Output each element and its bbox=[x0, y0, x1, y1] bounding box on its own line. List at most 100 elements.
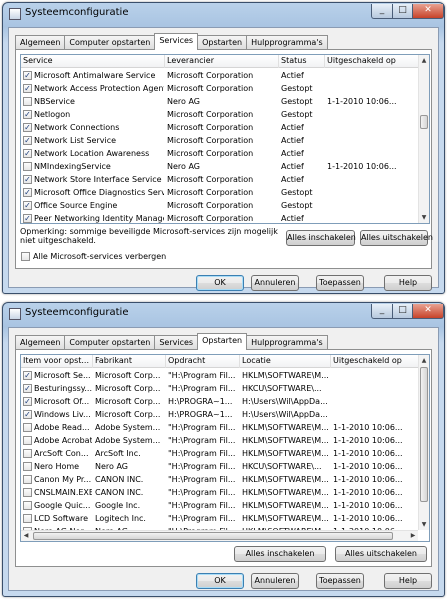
vertical-scrollbar[interactable]: ▲ ▼ bbox=[418, 55, 429, 223]
horizontal-scrollbar[interactable]: ◀ ▶ bbox=[21, 530, 418, 541]
service-row[interactable]: ✓ Network List Service Microsoft Corporati… bbox=[21, 134, 420, 147]
row-checkbox[interactable] bbox=[23, 462, 32, 471]
service-row[interactable]: ✓ Netlogon Microsoft Corporation Gestopt bbox=[21, 108, 420, 121]
scroll-right-icon[interactable]: ▶ bbox=[409, 531, 417, 540]
row-checkbox[interactable]: ✓ bbox=[23, 149, 32, 158]
hide-microsoft-services-option[interactable]: Alle Microsoft-services verbergen bbox=[21, 252, 166, 261]
startup-row[interactable]: ✓ Windows Liv... Microsoft Corp... H:\PROGR… bbox=[21, 408, 420, 421]
scroll-thumb[interactable] bbox=[420, 367, 428, 502]
row-checkbox[interactable] bbox=[23, 162, 32, 171]
row-checkbox[interactable]: ✓ bbox=[23, 201, 32, 210]
cancel-button[interactable]: Annuleren bbox=[251, 573, 299, 589]
maximize-button[interactable]: □ bbox=[392, 304, 413, 319]
startup-row[interactable]: ArcSoft Con... ArcSoft Inc. "H:\Program Fi… bbox=[21, 447, 420, 460]
column-header-location[interactable]: Locatie bbox=[240, 355, 331, 368]
row-checkbox[interactable]: ✓ bbox=[23, 84, 32, 93]
service-row[interactable]: ✓ Microsoft Antimalware Service Microsoft … bbox=[21, 69, 420, 82]
row-checkbox[interactable] bbox=[23, 514, 32, 523]
column-header-status[interactable]: Status bbox=[279, 55, 325, 68]
scroll-left-icon[interactable]: ◀ bbox=[22, 531, 30, 540]
maximize-button[interactable]: □ bbox=[392, 4, 413, 19]
row-checkbox[interactable] bbox=[23, 501, 32, 510]
tab-services[interactable]: Services bbox=[154, 33, 199, 50]
scroll-up-icon[interactable]: ▲ bbox=[420, 56, 428, 65]
cancel-button[interactable]: Annuleren bbox=[251, 275, 299, 291]
column-header-manufacturer[interactable]: Fabrikant bbox=[93, 355, 166, 368]
ok-button[interactable]: OK bbox=[196, 573, 244, 589]
help-button[interactable]: Help bbox=[384, 275, 432, 291]
apply-button[interactable]: Toepassen bbox=[316, 275, 364, 291]
startup-row[interactable]: Canon My Pr... CANON INC. "H:\Program Fil.… bbox=[21, 473, 420, 486]
row-checkbox[interactable]: ✓ bbox=[23, 71, 32, 80]
service-row[interactable]: NMIndexingService Nero AG Actief 1-1-2010 1… bbox=[21, 160, 420, 173]
row-checkbox[interactable]: ✓ bbox=[23, 384, 32, 393]
service-row[interactable]: ✓ Network Location Awareness Microsoft Cor… bbox=[21, 147, 420, 160]
service-row[interactable]: ✓ Network Connections Microsoft Corporatio… bbox=[21, 121, 420, 134]
scroll-down-icon[interactable]: ▼ bbox=[420, 520, 428, 529]
vertical-scrollbar[interactable]: ▲ ▼ bbox=[418, 355, 429, 530]
service-row[interactable]: ✓ Peer Networking Identity Manager Microso… bbox=[21, 212, 420, 223]
column-header-disabled-on[interactable]: Uitgeschakeld op bbox=[331, 355, 420, 368]
row-checkbox[interactable]: ✓ bbox=[23, 397, 32, 406]
service-row[interactable]: ✓ Network Store Interface Service Microsof… bbox=[21, 173, 420, 186]
startup-row[interactable]: Google Quic... Google Inc. "H:\Program Fil… bbox=[21, 499, 420, 512]
disable-all-button[interactable]: Alles uitschakelen bbox=[360, 230, 433, 246]
row-checkbox[interactable]: ✓ bbox=[23, 410, 32, 419]
column-header-item[interactable]: Item voor opst... bbox=[21, 355, 93, 368]
startup-row[interactable]: LCD Software Logitech Inc. "H:\Program Fil… bbox=[21, 512, 420, 525]
service-row[interactable]: ✓ Office Source Engine Microsoft Corporati… bbox=[21, 199, 420, 212]
row-checkbox[interactable]: ✓ bbox=[23, 188, 32, 197]
service-row[interactable]: ✓ Microsoft Office Diagnostics Serv... Mic… bbox=[21, 186, 420, 199]
row-checkbox[interactable] bbox=[23, 97, 32, 106]
row-checkbox[interactable] bbox=[23, 488, 32, 497]
startup-row[interactable]: CNSLMAIN.EXE CANON INC. "H:\Program Fil...… bbox=[21, 486, 420, 499]
column-header-command[interactable]: Opdracht bbox=[166, 355, 240, 368]
scroll-thumb[interactable] bbox=[420, 115, 428, 129]
row-checkbox[interactable] bbox=[23, 436, 32, 445]
disable-all-button[interactable]: Alles uitschakelen bbox=[335, 546, 427, 562]
enable-all-button[interactable]: Alles inschakelen bbox=[234, 546, 326, 562]
horizontal-scroll-thumb[interactable] bbox=[33, 532, 393, 540]
startup-row[interactable]: Nero Home Nero AG "H:\Program Fil... HKCU\S… bbox=[21, 460, 420, 473]
startup-row[interactable]: Adobe Read... Adobe System... "H:\Program … bbox=[21, 421, 420, 434]
title-bar[interactable]: Systeemconfiguratie _ □ ✕ bbox=[3, 3, 444, 25]
tab-tools[interactable]: Hulpprogramma's bbox=[246, 35, 328, 50]
row-checkbox[interactable] bbox=[23, 449, 32, 458]
minimize-button[interactable]: _ bbox=[371, 304, 393, 319]
tab-tools[interactable]: Hulpprogramma's bbox=[246, 335, 328, 350]
tab-startup[interactable]: Opstarten bbox=[197, 35, 248, 50]
hide-microsoft-services-checkbox[interactable] bbox=[21, 252, 30, 261]
row-checkbox[interactable]: ✓ bbox=[23, 123, 32, 132]
close-button[interactable]: ✕ bbox=[412, 304, 444, 319]
startup-row[interactable]: ✓ Microsoft Se... Microsoft Corp... "H:\Pro… bbox=[21, 369, 420, 382]
scroll-up-icon[interactable]: ▲ bbox=[420, 356, 428, 365]
startup-row[interactable]: ✓ Microsoft Of... Microsoft Corp... H:\PROG… bbox=[21, 395, 420, 408]
tab-boot[interactable]: Computer opstarten bbox=[64, 35, 156, 50]
enable-all-button[interactable]: Alles inschakelen bbox=[286, 230, 356, 246]
column-header-vendor[interactable]: Leverancier bbox=[165, 55, 279, 68]
row-checkbox[interactable]: ✓ bbox=[23, 175, 32, 184]
column-header-disabled-on[interactable]: Uitgeschakeld op bbox=[325, 55, 420, 68]
title-bar[interactable]: Systeemconfiguratie _ □ ✕ bbox=[3, 303, 444, 325]
ok-button[interactable]: OK bbox=[196, 275, 244, 291]
row-checkbox[interactable]: ✓ bbox=[23, 136, 32, 145]
service-row[interactable]: NBService Nero AG Gestopt 1-1-2010 10:06... bbox=[21, 95, 420, 108]
help-button[interactable]: Help bbox=[384, 573, 432, 589]
row-checkbox[interactable]: ✓ bbox=[23, 214, 32, 223]
row-checkbox[interactable] bbox=[23, 423, 32, 432]
tab-boot[interactable]: Computer opstarten bbox=[64, 335, 156, 350]
startup-row[interactable]: ✓ Besturingssy... Microsoft Corp... "H:\Pro… bbox=[21, 382, 420, 395]
row-checkbox[interactable]: ✓ bbox=[23, 110, 32, 119]
service-row[interactable]: ✓ Network Access Protection Agent Microsof… bbox=[21, 82, 420, 95]
minimize-button[interactable]: _ bbox=[371, 4, 393, 19]
row-checkbox[interactable]: ✓ bbox=[23, 371, 32, 380]
scroll-down-icon[interactable]: ▼ bbox=[420, 213, 428, 222]
tab-services[interactable]: Services bbox=[154, 335, 199, 350]
close-button[interactable]: ✕ bbox=[412, 4, 444, 19]
startup-row[interactable]: Adobe Acrobat Adobe System... "H:\Program … bbox=[21, 434, 420, 447]
apply-button[interactable]: Toepassen bbox=[316, 573, 364, 589]
tab-startup[interactable]: Opstarten bbox=[197, 333, 248, 350]
column-header-service[interactable]: Service bbox=[21, 55, 165, 68]
tab-general[interactable]: Algemeen bbox=[15, 335, 66, 350]
row-checkbox[interactable] bbox=[23, 475, 32, 484]
